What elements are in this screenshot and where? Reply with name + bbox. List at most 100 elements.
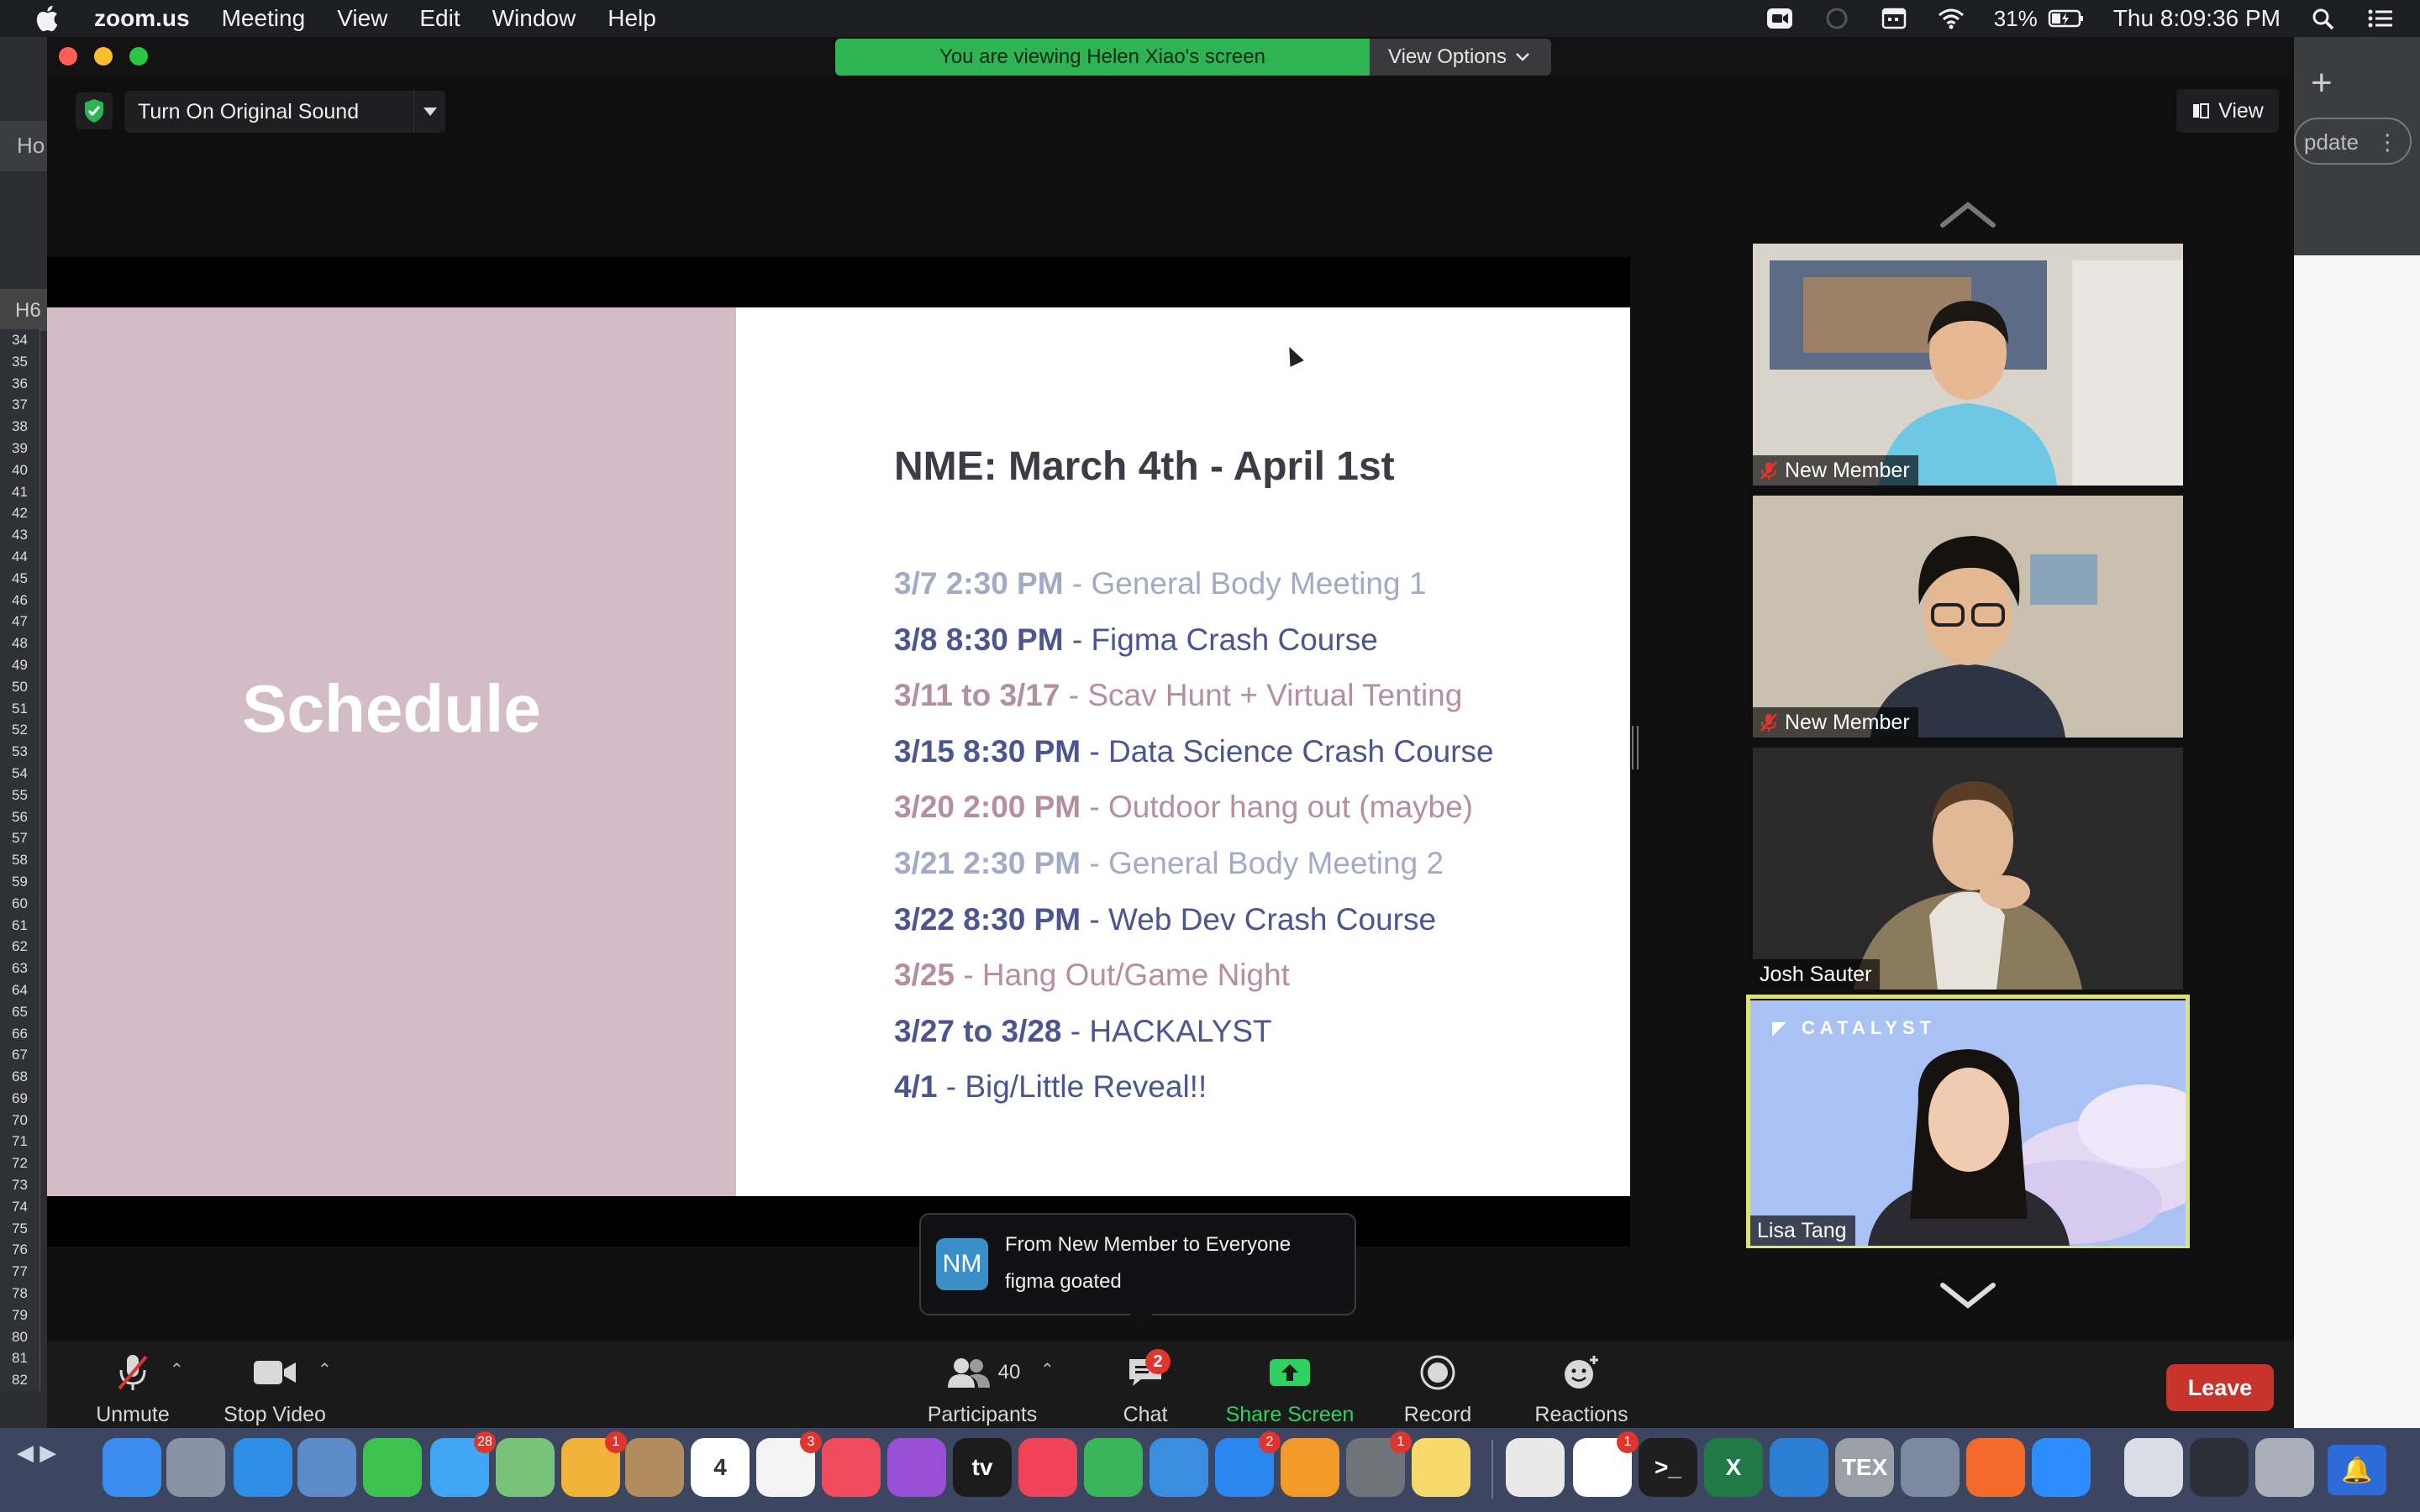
dock-app-icon[interactable]: X [1704,1438,1763,1497]
menu-meeting[interactable]: Meeting [222,5,306,32]
dock-app-icon[interactable]: 1 [561,1431,627,1497]
dock-app-icon[interactable] [625,1438,684,1497]
dock-app-icon[interactable] [887,1438,946,1497]
row-number[interactable]: 62 [0,936,39,958]
video-tile[interactable]: ◤ CATALYST Lisa Tang [1750,1000,2186,1246]
dock-app-icon[interactable]: 4 [691,1438,750,1497]
leave-button[interactable]: Leave [2166,1364,2274,1411]
row-number[interactable]: 57 [0,827,39,849]
row-number[interactable]: 55 [0,785,39,806]
menu-app-name[interactable]: zoom.us [94,5,190,32]
row-number[interactable]: 43 [0,524,39,546]
video-options-caret-icon[interactable]: ⌃ [318,1359,332,1380]
row-number[interactable]: 63 [0,958,39,979]
dock-app-icon[interactable]: 1 [1346,1431,1412,1497]
row-number[interactable]: 48 [0,633,39,654]
audio-options-caret-icon[interactable]: ⌃ [170,1359,184,1380]
row-number[interactable]: 66 [0,1023,39,1045]
chat-button[interactable]: 2 Chat [1107,1341,1183,1431]
menu-window[interactable]: Window [492,5,576,32]
view-button[interactable]: View [2176,89,2279,133]
row-number[interactable]: 34 [0,329,39,351]
original-sound-button[interactable]: Turn On Original Sound [124,91,445,133]
dock-app-icon[interactable] [1084,1438,1143,1497]
row-number[interactable]: 71 [0,1131,39,1152]
notification-bell-icon[interactable]: 🔔 [2328,1445,2386,1495]
row-number[interactable]: 50 [0,676,39,698]
dock-app-icon[interactable] [1770,1438,1828,1497]
row-number[interactable]: 77 [0,1261,39,1283]
row-number[interactable]: 65 [0,1001,39,1023]
row-number[interactable]: 44 [0,546,39,568]
row-number[interactable]: 72 [0,1152,39,1174]
row-number[interactable]: 68 [0,1066,39,1088]
wifi-icon[interactable] [1937,6,1965,31]
update-button[interactable]: pdate ⋮ [2294,118,2412,165]
row-number[interactable]: 80 [0,1326,39,1348]
menu-help[interactable]: Help [608,5,656,32]
dock-app-icon[interactable]: 1 [1573,1431,1639,1497]
row-number[interactable]: 49 [0,654,39,676]
row-number[interactable]: 81 [0,1347,39,1369]
dock-app-icon[interactable]: 3 [756,1431,822,1497]
dock-app-icon[interactable] [822,1438,881,1497]
dock-app-icon[interactable] [103,1438,161,1497]
close-window-button[interactable] [59,47,77,66]
participants-options-caret-icon[interactable]: ⌃ [1040,1359,1055,1380]
resize-handle[interactable] [1632,726,1639,769]
row-number[interactable]: 75 [0,1218,39,1240]
dock-app-icon[interactable] [2124,1438,2183,1497]
video-tile[interactable]: Josh Sauter [1753,748,2183,990]
dock-app-icon[interactable]: TEX [1835,1438,1894,1497]
row-number[interactable]: 53 [0,741,39,763]
zoom-status-icon[interactable] [1765,6,1794,31]
dock-app-icon[interactable] [1281,1438,1339,1497]
dock-app-icon[interactable] [1150,1438,1208,1497]
row-number[interactable]: 39 [0,438,39,459]
dock-app-icon[interactable] [1901,1438,1960,1497]
dock-app-icon[interactable]: 28 [430,1431,496,1497]
row-number[interactable]: 37 [0,394,39,416]
scroll-down-chevron-icon[interactable] [1938,1278,1998,1312]
dock-nav-arrows-icon[interactable]: ◀ ▶ [17,1440,56,1466]
scroll-up-chevron-icon[interactable] [1938,198,1998,232]
row-number[interactable]: 56 [0,806,39,828]
row-number[interactable]: 64 [0,979,39,1001]
calendar-status-icon[interactable] [1880,6,1908,31]
dock-app-icon[interactable] [496,1438,555,1497]
dock-app-icon[interactable] [1506,1438,1565,1497]
row-number[interactable]: 42 [0,502,39,524]
chat-notification[interactable]: NM From New Member to Everyone figma goa… [919,1213,1356,1327]
original-sound-dropdown-icon[interactable] [413,91,445,133]
row-number[interactable]: 35 [0,351,39,373]
row-number[interactable]: 61 [0,915,39,937]
dock-app-icon[interactable] [2255,1438,2314,1497]
row-number[interactable]: 38 [0,416,39,438]
row-number[interactable]: 79 [0,1305,39,1326]
dock-app-icon[interactable]: >_ [1639,1438,1697,1497]
row-number[interactable]: 40 [0,459,39,481]
dock-app-icon[interactable] [1018,1438,1077,1497]
row-number[interactable]: 36 [0,373,39,395]
reactions-button[interactable]: Reactions [1523,1341,1640,1431]
dock-app-icon[interactable] [363,1438,422,1497]
control-center-icon[interactable] [2366,6,2395,31]
row-number[interactable]: 76 [0,1239,39,1261]
dock-app-icon[interactable] [234,1438,292,1497]
menu-edit[interactable]: Edit [419,5,460,32]
video-tile[interactable]: New Member [1753,244,2183,486]
row-number[interactable]: 74 [0,1196,39,1218]
row-number[interactable]: 47 [0,611,39,633]
row-number[interactable]: 41 [0,481,39,503]
battery-icon[interactable] [2048,6,2085,31]
row-number[interactable]: 73 [0,1174,39,1196]
row-number[interactable]: 54 [0,763,39,785]
spotlight-search-icon[interactable] [2309,6,2338,31]
dock-app-icon[interactable] [297,1438,356,1497]
video-tile[interactable]: New Member [1753,496,2183,738]
dock-app-icon[interactable] [1966,1438,2025,1497]
dock-app-icon[interactable] [166,1438,225,1497]
menu-view[interactable]: View [337,5,387,32]
row-number[interactable]: 69 [0,1088,39,1110]
clock[interactable]: Thu 8:09:36 PM [2113,5,2281,32]
